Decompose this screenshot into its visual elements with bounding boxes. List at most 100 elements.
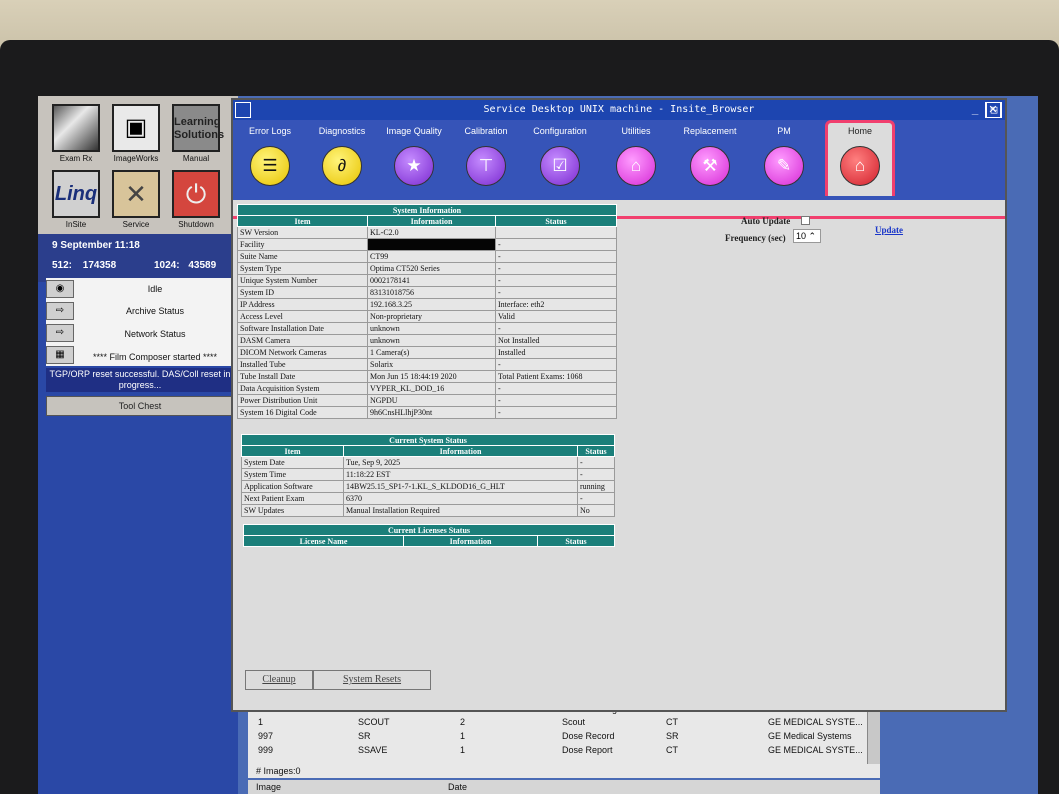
frequency-label: Frequency (sec) <box>725 233 786 243</box>
table-cell: 192.168.3.25 <box>367 298 496 311</box>
column-header: Item <box>241 445 344 457</box>
table-row: Tube Install Date Mon Jun 15 18:44:19 202… <box>237 370 617 383</box>
list-item[interactable]: 999 SSAVE 1 Dose Report CT GE MEDICAL SYSTE..… <box>248 745 880 758</box>
checklist-icon: ☑ <box>540 146 580 186</box>
table-cell: Suite Name <box>237 250 368 263</box>
linq-logo: Linq <box>52 170 100 218</box>
table-cell: - <box>495 358 617 371</box>
table-cell: Software Installation Date <box>237 322 368 335</box>
table-cell: 83131018756 <box>367 286 496 299</box>
table-cell: Installed Tube <box>237 358 368 371</box>
cleanup-button[interactable]: Cleanup <box>245 670 313 690</box>
counter-1024-value: 43589 <box>188 260 217 271</box>
wrench-icon: ⚒ <box>690 146 730 186</box>
table-row: System Type Optima CT520 Series - <box>237 262 617 275</box>
table-cell <box>367 238 496 251</box>
table-cell: Interface: eth2 <box>495 298 617 311</box>
table-cell: Tue, Sep 9, 2025 <box>343 456 578 469</box>
table-cell: NGPDU <box>367 394 496 407</box>
tab-calibration[interactable]: Calibration ⊤ <box>449 126 523 186</box>
insite-browser-window: Service Desktop UNIX machine - Insite_Br… <box>231 98 1007 712</box>
table-cell: - <box>495 262 617 275</box>
tab-diagnostics[interactable]: Diagnostics ∂ <box>305 126 379 186</box>
table-cell: Next Patient Exam <box>241 492 344 505</box>
service-button[interactable]: ✕ Service <box>108 170 164 229</box>
table-cell: - <box>577 492 615 505</box>
table-cell: 14BW25.15_SP1-7-1.KL_S_KLDOD16_G_HLT <box>343 480 578 493</box>
exam-rx-button[interactable]: Exam Rx <box>48 104 104 163</box>
table-row: Next Patient Exam 6370- <box>241 492 615 505</box>
table-cell: DASM Camera <box>237 334 368 347</box>
imageworks-button[interactable]: ▣ ImageWorks <box>108 104 164 163</box>
counter-1024-label: 1024: <box>154 260 180 271</box>
table-cell: - <box>495 238 617 251</box>
manual-button[interactable]: Learning Solutions Manual <box>168 104 224 163</box>
table-title: Current System Status <box>241 434 615 446</box>
film-composer-status: **** Film Composer started **** <box>92 352 218 362</box>
film-icon[interactable]: ▦ <box>46 346 74 364</box>
archive-status[interactable]: Archive Status <box>76 306 234 316</box>
window-title: Service Desktop UNIX machine - Insite_Br… <box>483 104 755 115</box>
table-cell: KL-C2.0 <box>367 226 496 239</box>
tab-utilities[interactable]: Utilities ⌂ <box>599 126 673 186</box>
column-header-image[interactable]: Image <box>256 782 281 792</box>
camera-icon[interactable]: ◉ <box>46 280 74 298</box>
shutdown-button[interactable]: ⏻ Shutdown <box>168 170 224 229</box>
table-row: Facility - <box>237 238 617 251</box>
list-item[interactable]: 997 SR 1 Dose Record SR GE Medical Systems <box>248 731 880 744</box>
table-cell: - <box>495 322 617 335</box>
wrench-icon: ✕ <box>112 170 160 218</box>
minimize-icon[interactable]: _ <box>967 102 983 118</box>
close-icon[interactable]: ✕ <box>985 102 1001 118</box>
tab-pm[interactable]: PM ✎ <box>747 126 821 186</box>
auto-update-checkbox[interactable] <box>801 216 810 225</box>
tool-chest-button[interactable]: Tool Chest <box>46 396 234 416</box>
system-resets-button[interactable]: System Resets <box>313 670 431 690</box>
insite-button[interactable]: Linq InSite <box>48 170 104 229</box>
table-cell: VYPER_KL_DOD_16 <box>367 382 496 395</box>
table-cell: - <box>577 456 615 469</box>
table-row: Suite Name CT99- <box>237 250 617 263</box>
images-count: # Images:0 <box>248 764 880 778</box>
table-row: Unique System Number 0002178141- <box>237 274 617 287</box>
table-cell: Application Software <box>241 480 344 493</box>
auto-update-label: Auto Update <box>741 216 791 226</box>
tab-home[interactable]: Home ⌂ <box>823 126 897 186</box>
system-information-table: System Information Item Information Stat… <box>237 204 617 419</box>
column-header: Information <box>403 535 538 547</box>
column-header-date[interactable]: Date <box>448 780 467 794</box>
column-header: Item <box>237 215 368 227</box>
frequency-select[interactable]: 10 ⌃ <box>793 229 821 243</box>
table-cell: Non-proprietary <box>367 310 496 323</box>
table-cell: Total Patient Exams: 1068 <box>495 370 617 383</box>
window-titlebar[interactable]: Service Desktop UNIX machine - Insite_Br… <box>233 100 1005 120</box>
window-menu-icon[interactable] <box>235 102 251 118</box>
list-icon: ☰ <box>250 146 290 186</box>
tab-error-logs[interactable]: Error Logs ☰ <box>233 126 307 186</box>
counter-1024: 1024: 43589 <box>154 260 216 271</box>
table-cell: - <box>495 394 617 407</box>
table-cell: Installed <box>495 346 617 359</box>
network-status[interactable]: Network Status <box>76 329 234 339</box>
table-row: System 16 Digital Code 9h6CnsHLlhjP30nt - <box>237 406 617 419</box>
tab-replacement[interactable]: Replacement ⚒ <box>673 126 747 186</box>
table-cell: IP Address <box>237 298 368 311</box>
table-row: Software Installation Date unknown - <box>237 322 617 335</box>
table-row: Power Distribution Unit NGPDU - <box>237 394 617 407</box>
tab-configuration[interactable]: Configuration ☑ <box>523 126 597 186</box>
counter-512: 512: 174358 <box>52 260 116 271</box>
table-cell: No <box>577 504 615 517</box>
table-cell: Solarix <box>367 358 496 371</box>
archive-icon[interactable]: ⇨ <box>46 302 74 320</box>
table-cell: 11:18:22 EST <box>343 468 578 481</box>
caliper-icon: ⊤ <box>466 146 506 186</box>
list-scrollbar[interactable] <box>867 704 880 764</box>
update-link[interactable]: Update <box>875 225 903 235</box>
list-item[interactable]: 1 SCOUT 2 Scout CT GE MEDICAL SYSTE... <box>248 717 880 730</box>
table-cell <box>495 226 617 239</box>
table-row: Application Software 14BW25.15_SP1-7-1.KL… <box>241 480 615 493</box>
network-icon[interactable]: ⇨ <box>46 324 74 342</box>
table-cell: 0002178141 <box>367 274 496 287</box>
stethoscope-icon: ∂ <box>322 146 362 186</box>
tab-image-quality[interactable]: Image Quality ★ <box>377 126 451 186</box>
